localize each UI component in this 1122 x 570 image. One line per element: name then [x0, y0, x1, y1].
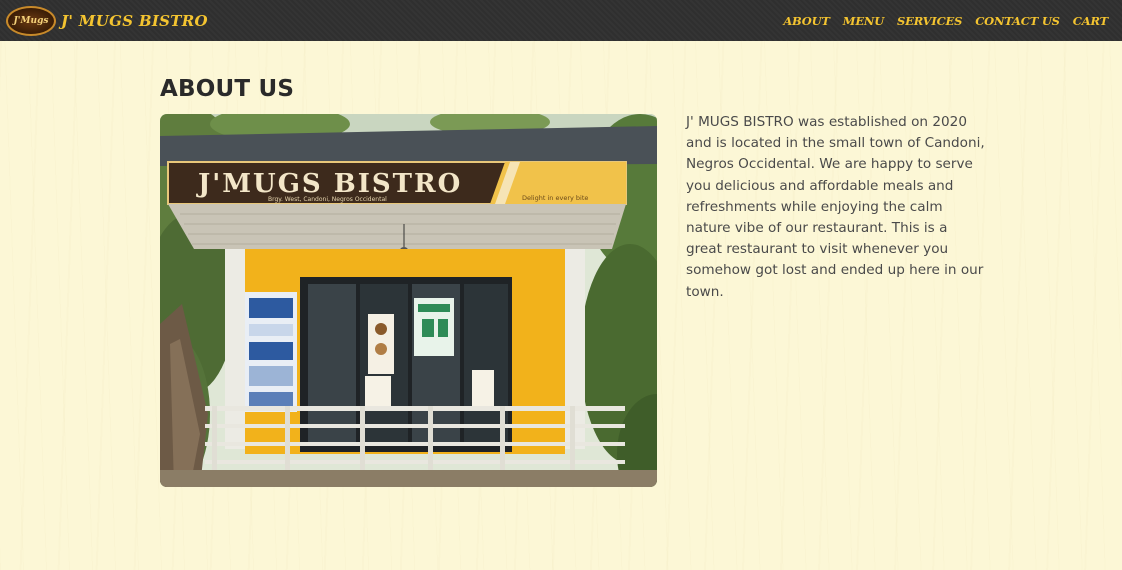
nav-link-menu[interactable]: MENU — [843, 14, 884, 28]
sign-tagline: Delight in every bite — [522, 194, 588, 202]
restaurant-storefront-image: J'MUGS BISTRO Brgy. West, Candoni, Negro… — [160, 114, 657, 487]
nav-link-contact-us[interactable]: CONTACT US — [975, 14, 1060, 28]
brand-name[interactable]: J' MUGS BISTRO — [61, 12, 208, 30]
nav-link-about[interactable]: ABOUT — [783, 14, 830, 28]
sign-subtext: Brgy. West, Candoni, Negros Occidental — [268, 196, 387, 203]
brand[interactable]: J'Mugs J' MUGS BISTRO — [6, 5, 208, 36]
nav-link-cart[interactable]: CART — [1073, 14, 1108, 28]
logo-text: J'Mugs — [13, 15, 49, 26]
nav-link-services[interactable]: SERVICES — [897, 14, 962, 28]
section-title: ABOUT US — [160, 76, 295, 102]
restaurant-photo: J'MUGS BISTRO Brgy. West, Candoni, Negro… — [160, 114, 657, 487]
sign-text: J'MUGS BISTRO — [196, 169, 462, 199]
logo-icon[interactable]: J'Mugs — [6, 5, 56, 36]
nav-links: ABOUT MENU SERVICES CONTACT US CART — [783, 0, 1108, 41]
about-paragraph: J' MUGS BISTRO was established on 2020 a… — [686, 114, 985, 300]
top-navbar: J'Mugs J' MUGS BISTRO ABOUT MENU SERVICE… — [0, 0, 1122, 41]
